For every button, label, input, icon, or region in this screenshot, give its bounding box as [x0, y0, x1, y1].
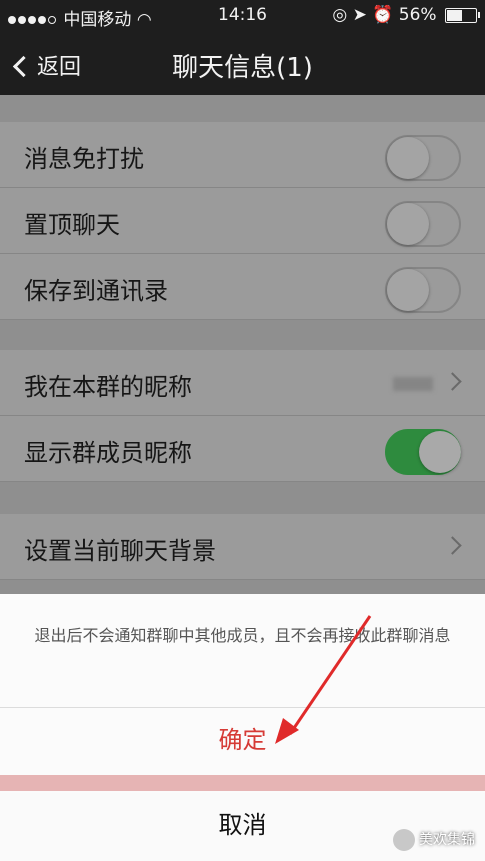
arrow-shaft: [288, 615, 372, 735]
watermark: 美欢集锦: [393, 829, 475, 851]
annotation-arrow: [275, 615, 372, 744]
watermark-logo-icon: [393, 829, 415, 851]
arrow-head: [275, 718, 299, 744]
watermark-text: 美欢集锦: [419, 832, 475, 848]
